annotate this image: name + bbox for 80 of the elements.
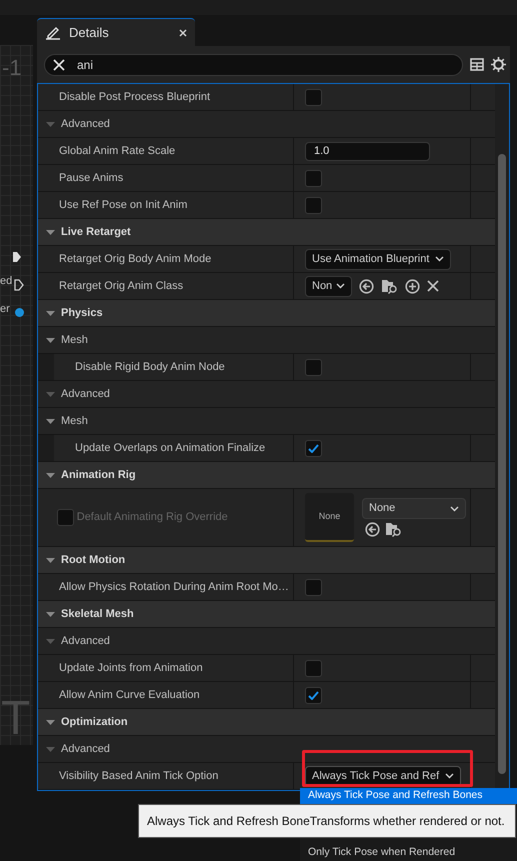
section-header[interactable]: Advanced — [61, 386, 110, 402]
checkbox[interactable] — [305, 660, 322, 676]
add-icon[interactable] — [405, 278, 420, 294]
checkbox[interactable] — [305, 578, 322, 596]
property-label: Use Ref Pose on Init Anim — [59, 198, 188, 213]
settings-icon[interactable] — [491, 57, 506, 72]
checkbox[interactable] — [305, 196, 322, 214]
property-label: Allow Physics Rotation During Anim Root Mo… — [59, 580, 289, 595]
property-label: Pause Anims — [59, 170, 124, 186]
property-label: Default Animating Rig Override — [76, 510, 228, 526]
category-header[interactable]: Live Retarget — [61, 224, 131, 240]
property-label: Retarget Orig Anim Class — [59, 278, 184, 294]
checkbox[interactable] — [305, 686, 322, 704]
checkbox[interactable] — [305, 170, 322, 186]
tooltip: Always Tick and Refresh BoneTransforms whether rendered or not. — [138, 804, 516, 838]
category-header[interactable]: Physics — [61, 304, 103, 322]
section-header[interactable]: Advanced — [61, 632, 110, 650]
property-label: Visibility Based Anim Tick Option — [59, 768, 218, 784]
close-icon[interactable] — [179, 28, 187, 36]
graph-label: er — [0, 302, 10, 317]
check-icon — [308, 444, 319, 452]
pin-icon — [14, 307, 25, 318]
category-header[interactable]: Skeletal Mesh — [61, 606, 134, 622]
expand-arrow-icon[interactable] — [46, 416, 55, 426]
graph-label: -1 — [2, 54, 22, 82]
expand-arrow-icon[interactable] — [46, 336, 55, 344]
expand-arrow-icon[interactable] — [46, 556, 55, 564]
caret-icon — [445, 773, 454, 779]
search-field[interactable]: ani — [44, 54, 463, 76]
section-header[interactable]: Advanced — [61, 740, 110, 758]
arrow-circle-icon[interactable] — [364, 522, 380, 537]
expand-arrow-icon[interactable] — [46, 120, 55, 128]
dropdown-option[interactable]: Always Tick Pose and Refresh Bones — [300, 788, 517, 804]
section-header[interactable]: Mesh — [61, 412, 88, 430]
property-label: Allow Anim Curve Evaluation — [59, 688, 200, 703]
pin-icon — [14, 279, 24, 291]
scrollbar-thumb[interactable] — [498, 154, 506, 774]
category-header[interactable]: Animation Rig — [61, 466, 136, 484]
category-header[interactable]: Optimization — [61, 714, 128, 730]
pin-icon — [12, 251, 22, 263]
pencil-icon — [45, 26, 61, 40]
scrollbar[interactable] — [495, 84, 509, 790]
arrow-circle-icon[interactable] — [359, 278, 374, 294]
dropdown[interactable]: Non — [305, 276, 352, 296]
clear-icon[interactable] — [53, 58, 65, 70]
expand-arrow-icon[interactable] — [46, 636, 55, 646]
section-header[interactable]: Mesh — [61, 332, 88, 348]
expand-arrow-icon[interactable] — [46, 470, 55, 480]
details-tab[interactable]: Details — [37, 18, 195, 46]
dropdown[interactable]: Use Animation Blueprint — [305, 248, 452, 270]
check-icon — [308, 690, 319, 700]
property-label: Retarget Orig Body Anim Mode — [59, 252, 212, 267]
dropdown-option[interactable]: Only Tick Pose when Rendered — [300, 845, 517, 861]
table-icon[interactable] — [470, 58, 484, 71]
expand-arrow-icon[interactable] — [46, 718, 55, 726]
expand-arrow-icon[interactable] — [46, 610, 55, 618]
caret-icon — [450, 506, 459, 512]
caret-icon — [336, 283, 346, 289]
number-field[interactable]: 1.0 — [305, 142, 430, 160]
expand-arrow-icon[interactable] — [46, 744, 55, 754]
clear-icon[interactable] — [427, 280, 440, 292]
folder-search-icon[interactable] — [381, 278, 398, 294]
checkbox[interactable] — [305, 440, 322, 456]
property-label: Disable Post Process Blueprint — [59, 90, 210, 105]
caret-icon — [435, 256, 444, 262]
property-label: Disable Rigid Body Anim Node — [75, 360, 225, 375]
expand-arrow-icon[interactable] — [46, 308, 55, 318]
property-label: Update Overlaps on Animation Finalize — [75, 440, 266, 456]
checkbox[interactable] — [305, 88, 322, 106]
property-label: Global Anim Rate Scale — [59, 144, 176, 159]
expand-arrow-icon[interactable] — [46, 390, 55, 398]
folder-search-icon[interactable] — [385, 522, 402, 537]
dropdown[interactable]: Always Tick Pose and Ref — [305, 766, 462, 786]
checkbox[interactable] — [305, 358, 322, 376]
expand-arrow-icon[interactable] — [46, 228, 55, 236]
category-header[interactable]: Root Motion — [61, 552, 126, 568]
section-header[interactable]: Advanced — [61, 116, 110, 132]
property-label: Update Joints from Animation — [59, 660, 203, 676]
asset-thumbnail: None — [305, 493, 354, 542]
graph-label: ed — [0, 274, 12, 289]
